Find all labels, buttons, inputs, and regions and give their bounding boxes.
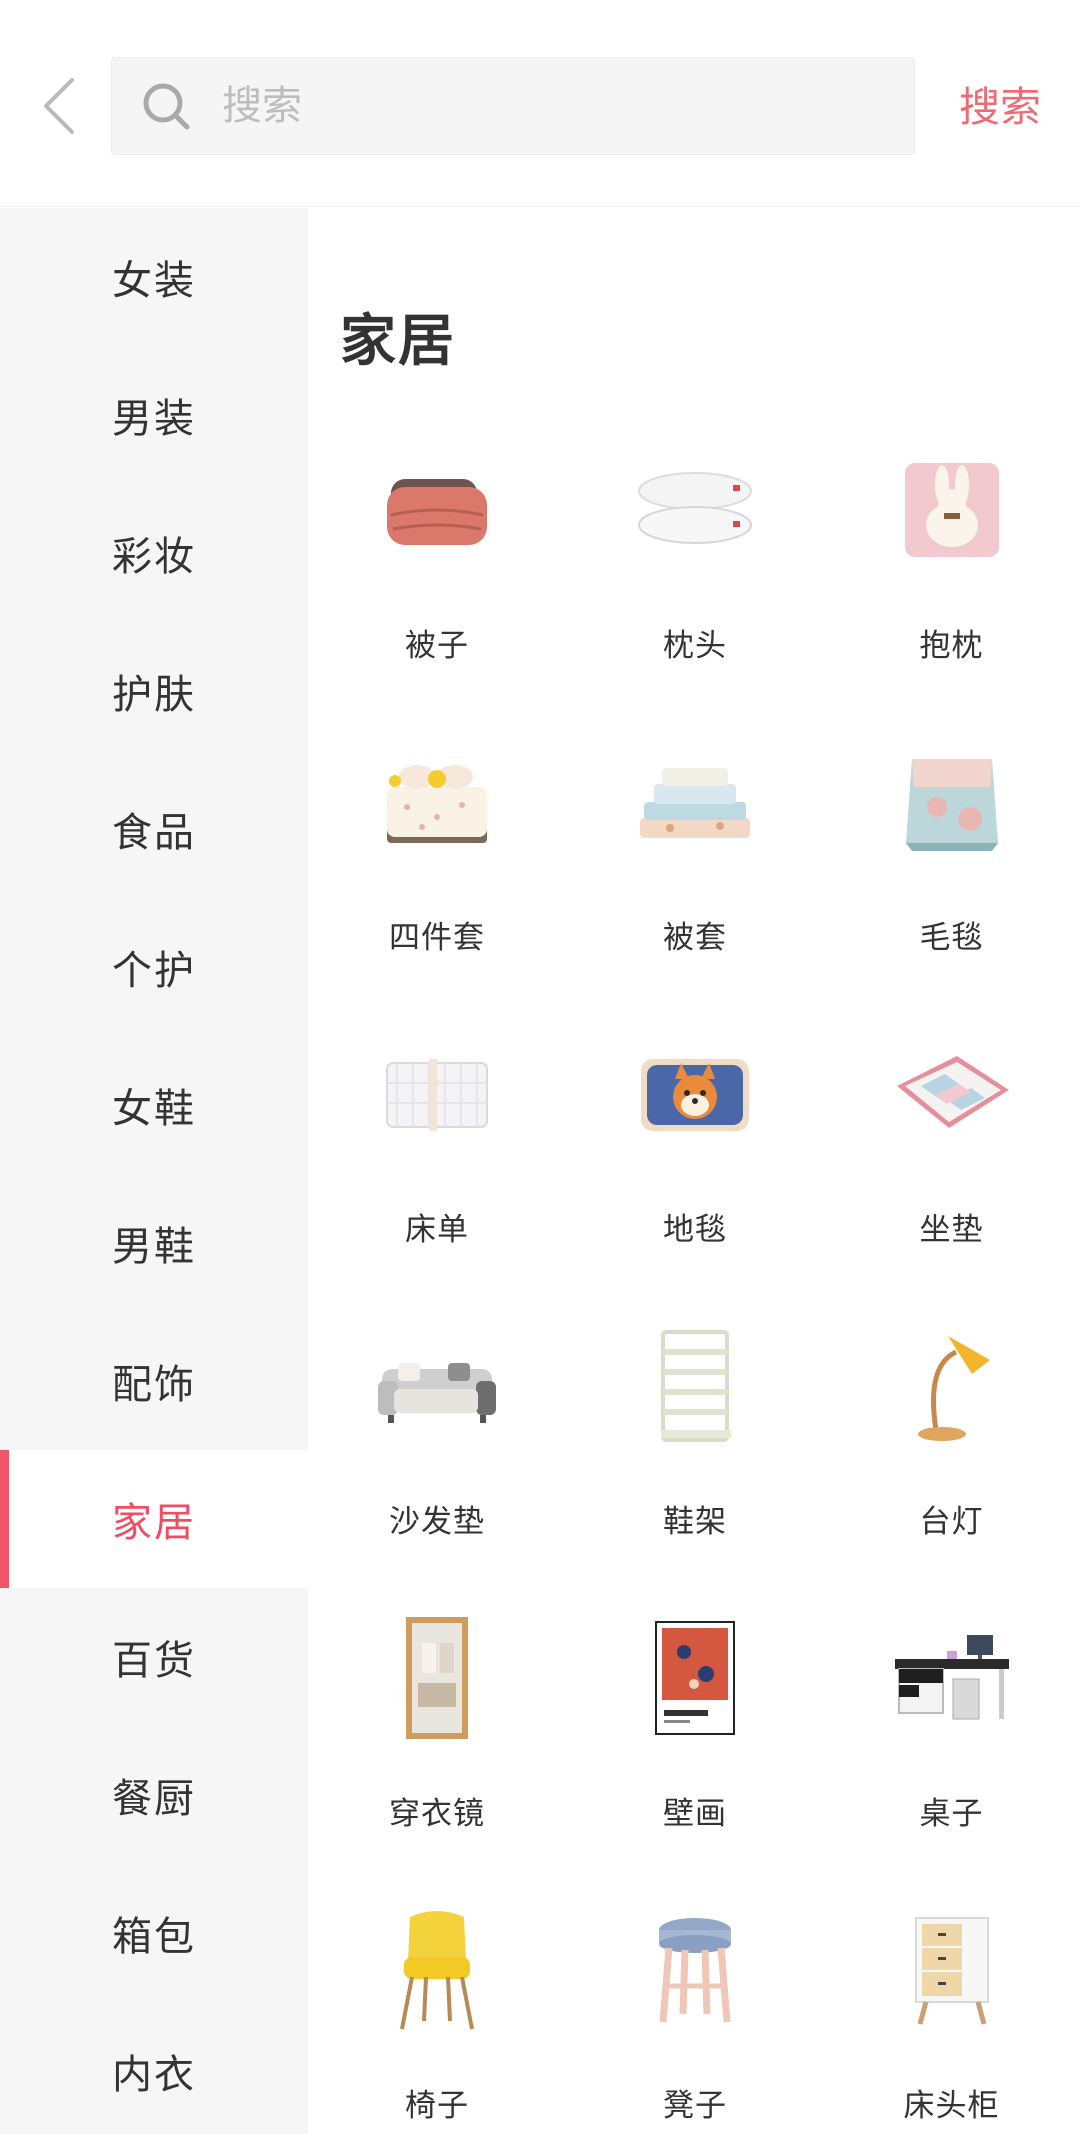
subcategory-item[interactable]: 床头柜: [824, 1888, 1079, 2134]
chevron-left-icon: [44, 78, 74, 134]
subcategory-label: 四件套: [389, 920, 485, 956]
subcategory-panel: 家居 被子 枕头 抱枕四件套 被套 毛毯床单 地毯 坐垫沙发垫 鞋架 台灯穿衣镜 壁画 桌子椅子 凳子…: [308, 208, 1079, 2134]
wall-painting-icon: [625, 1608, 765, 1748]
subcategory-item[interactable]: 鞋架: [566, 1304, 824, 1596]
subcategory-item[interactable]: 四件套: [308, 720, 566, 1012]
subcategory-label: 凳子: [663, 2088, 727, 2124]
duvet-cover-icon: [625, 732, 765, 872]
section-title: 家居: [340, 309, 456, 374]
sidebar-item-1[interactable]: 男装: [0, 346, 308, 484]
sidebar-item-4[interactable]: 食品: [0, 760, 308, 898]
subcategory-item[interactable]: 桌子: [824, 1596, 1079, 1888]
subcategory-label: 穿衣镜: [389, 1796, 485, 1832]
sidebar-item-7[interactable]: 男鞋: [0, 1174, 308, 1312]
rug-icon: [625, 1024, 765, 1164]
category-sidebar: 女装 男装 彩妆 护肤 食品 个护 女鞋 男鞋 配饰 家居 百货 餐厨 箱包 内衣: [0, 208, 308, 2134]
mirror-icon: [367, 1608, 507, 1748]
bed-sheet-icon: [367, 1024, 507, 1164]
subcategory-item[interactable]: 抱枕: [824, 428, 1079, 720]
subcategory-grid: 被子 枕头 抱枕四件套 被套 毛毯床单 地毯 坐垫沙发垫 鞋架 台灯穿衣镜 壁画 桌子椅子 凳子 床头柜: [308, 428, 1079, 2134]
stool-icon: [625, 1900, 765, 2040]
search-box[interactable]: [111, 57, 915, 155]
subcategory-label: 壁画: [663, 1796, 727, 1832]
subcategory-label: 坐垫: [919, 1212, 984, 1248]
back-button[interactable]: [28, 68, 88, 144]
subcategory-item[interactable]: 被子: [308, 428, 566, 720]
subcategory-item[interactable]: 毛毯: [824, 720, 1079, 1012]
chair-icon: [367, 1900, 507, 2040]
sidebar-item-13[interactable]: 内衣: [0, 2002, 308, 2134]
subcategory-item[interactable]: 凳子: [566, 1888, 824, 2134]
subcategory-label: 床头柜: [903, 2088, 1000, 2124]
sidebar-item-6[interactable]: 女鞋: [0, 1036, 308, 1174]
sidebar-item-5[interactable]: 个护: [0, 898, 308, 1036]
subcategory-label: 鞋架: [663, 1504, 727, 1540]
sidebar-item-0[interactable]: 女装: [0, 208, 308, 346]
subcategory-label: 沙发垫: [389, 1504, 485, 1540]
sidebar-item-3[interactable]: 护肤: [0, 622, 308, 760]
blanket-icon: [882, 732, 1022, 872]
subcategory-label: 毛毯: [919, 920, 984, 956]
subcategory-item[interactable]: 沙发垫: [308, 1304, 566, 1596]
subcategory-item[interactable]: 被套: [566, 720, 824, 1012]
seat-cushion-icon: [882, 1024, 1022, 1164]
subcategory-label: 椅子: [405, 2088, 469, 2124]
subcategory-item[interactable]: 床单: [308, 1012, 566, 1304]
subcategory-label: 被子: [405, 628, 469, 664]
sofa-cover-icon: [367, 1316, 507, 1456]
search-icon: [138, 78, 194, 134]
nightstand-icon: [882, 1900, 1022, 2040]
subcategory-item[interactable]: 坐垫: [824, 1012, 1079, 1304]
subcategory-label: 桌子: [919, 1796, 984, 1832]
subcategory-label: 被套: [663, 920, 727, 956]
subcategory-item[interactable]: 台灯: [824, 1304, 1079, 1596]
sidebar-item-8[interactable]: 配饰: [0, 1312, 308, 1450]
subcategory-item[interactable]: 穿衣镜: [308, 1596, 566, 1888]
subcategory-item[interactable]: 壁画: [566, 1596, 824, 1888]
sidebar-item-10[interactable]: 百货: [0, 1588, 308, 1726]
sidebar-item-11[interactable]: 餐厨: [0, 1726, 308, 1864]
subcategory-item[interactable]: 枕头: [566, 428, 824, 720]
subcategory-label: 抱枕: [919, 628, 984, 664]
search-button[interactable]: 搜索: [959, 72, 1041, 142]
sidebar-item-2[interactable]: 彩妆: [0, 484, 308, 622]
subcategory-item[interactable]: 地毯: [566, 1012, 824, 1304]
sidebar-item-12[interactable]: 箱包: [0, 1864, 308, 2002]
desk-lamp-icon: [882, 1316, 1022, 1456]
pillow-icon: [625, 440, 765, 580]
top-bar: 搜索: [0, 0, 1079, 207]
subcategory-label: 床单: [405, 1212, 469, 1248]
search-input[interactable]: [222, 83, 862, 129]
subcategory-label: 台灯: [919, 1504, 984, 1540]
desk-icon: [882, 1608, 1022, 1748]
shoe-rack-icon: [625, 1316, 765, 1456]
sidebar-item-9[interactable]: 家居: [0, 1450, 308, 1588]
quilt-icon: [367, 440, 507, 580]
cushion-icon: [882, 440, 1022, 580]
subcategory-label: 地毯: [663, 1212, 727, 1248]
bedding-set-icon: [367, 732, 507, 872]
subcategory-label: 枕头: [663, 628, 727, 664]
subcategory-item[interactable]: 椅子: [308, 1888, 566, 2134]
